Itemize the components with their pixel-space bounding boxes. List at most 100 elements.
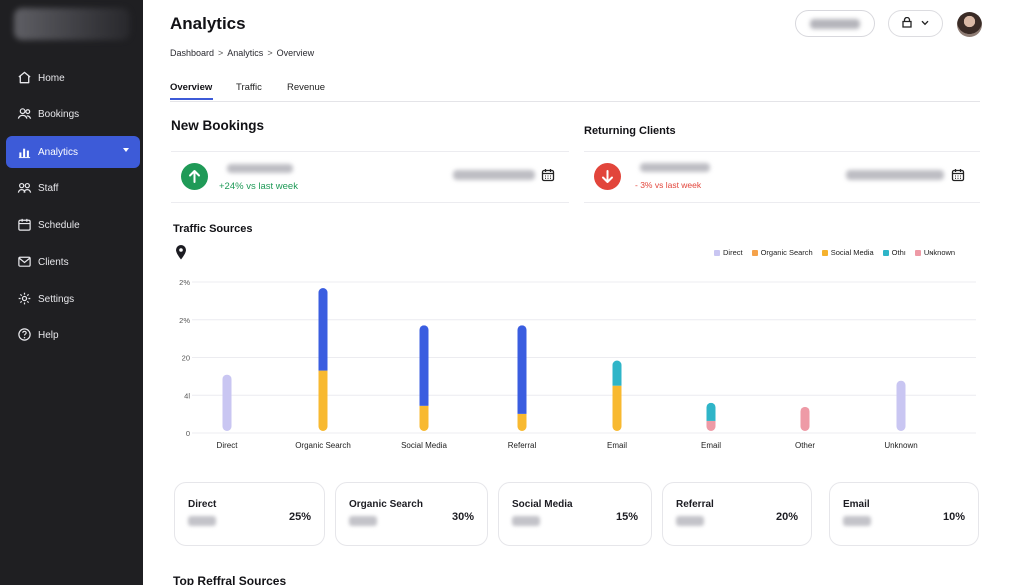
team-icon [17, 182, 32, 193]
top-referral-sources-title: Top Reffral Sources [173, 574, 287, 585]
legend-item[interactable]: Direct [714, 248, 743, 257]
breadcrumb-item-dashboard[interactable]: Dashboard [170, 48, 214, 58]
home-icon [18, 71, 31, 84]
sidebar-item-label: Analytics [38, 147, 79, 158]
sidebar-item-label: Settings [38, 294, 75, 305]
date-range-button[interactable] [795, 10, 875, 37]
avatar[interactable] [957, 12, 982, 37]
arrow-down-icon [594, 163, 621, 190]
bar-segment [222, 374, 232, 431]
source-card-social-media[interactable]: Social Media 15% [498, 482, 652, 546]
source-card-value [512, 516, 540, 526]
legend-item[interactable]: Social Media [821, 248, 874, 257]
sidebar-item-label: Bookings [38, 109, 80, 120]
returning-clients-card: - 3% vs last week [584, 151, 980, 203]
sidebar-item-settings[interactable]: Settings [6, 283, 140, 315]
gear-icon [18, 292, 31, 305]
chevron-right-icon: > [267, 48, 273, 58]
store-icon [902, 17, 912, 28]
legend-label: Organic Search [760, 248, 813, 257]
sidebar-item-clients[interactable]: Clients [6, 246, 140, 278]
sidebar-item-label: Clients [38, 257, 69, 268]
source-card-percent: 20% [775, 511, 798, 523]
tab-overview[interactable]: Overview [170, 82, 212, 93]
bar-segment [706, 420, 716, 432]
x-tick-label: Other [795, 441, 815, 450]
bar-segment [318, 370, 328, 432]
legend-item[interactable]: Othı [882, 248, 906, 257]
legend-swatch [914, 249, 921, 256]
bar-stack [222, 374, 232, 431]
location-pin-icon[interactable] [175, 244, 187, 260]
sidebar-item-bookings[interactable]: Bookings [6, 98, 140, 130]
source-card-value [349, 516, 377, 526]
y-tick-label: 2% [179, 278, 190, 287]
breadcrumb-item-overview: Overview [276, 48, 315, 58]
bar-stack [318, 288, 328, 432]
source-card-organic-search[interactable]: Organic Search 30% [335, 482, 488, 546]
new-bookings-card: +24% vs last week [171, 151, 569, 203]
sidebar-item-label: Help [38, 330, 59, 341]
source-card-name: Email [843, 499, 870, 510]
legend-item[interactable]: Uɴknown [914, 248, 956, 257]
x-tick-label: Direct [217, 441, 239, 450]
new-bookings-title: New Bookings [171, 118, 265, 133]
y-tick-label: 2% [179, 316, 190, 325]
returning-clients-title: Returning Clients [584, 125, 676, 137]
bar-stack [896, 380, 906, 432]
bar-stack [517, 325, 527, 431]
calendar-icon [18, 218, 31, 231]
new-bookings-value [227, 164, 293, 173]
bar-segment [800, 406, 810, 431]
bar-segment [517, 413, 527, 431]
page-title: Analytics [170, 14, 246, 33]
chevron-down-icon [921, 20, 929, 26]
store-selector-button[interactable] [888, 10, 943, 37]
bar-stack [800, 406, 810, 431]
sidebar-item-label: Home [38, 73, 65, 84]
source-card-name: Direct [188, 499, 217, 510]
tab-traffic[interactable]: Traffic [236, 82, 262, 93]
chart-legend: Direct Organic Search Social Media Othı Uɴkn… [714, 248, 955, 257]
sidebar-item-analytics[interactable]: Analytics [6, 136, 140, 168]
legend-swatch [821, 249, 828, 256]
sidebar-item-staff[interactable]: Staff [6, 172, 140, 204]
y-tick-label: 0 [186, 429, 190, 438]
sidebar: Home Bookings Analytics Staff Schedule C… [0, 0, 143, 585]
legend-label: Uɴknown [923, 248, 956, 257]
bar-stack [612, 360, 622, 431]
sidebar-item-help[interactable]: Help [6, 319, 140, 351]
new-bookings-date-range [453, 170, 535, 180]
legend-swatch [751, 249, 758, 256]
active-tab-indicator [170, 98, 213, 100]
source-card-name: Referral [676, 499, 714, 510]
sidebar-item-label: Schedule [38, 220, 80, 231]
legend-swatch [882, 249, 889, 256]
source-card-percent: 15% [615, 511, 638, 523]
source-card-name: Social Media [512, 499, 573, 510]
arrow-up-icon [181, 163, 208, 190]
source-card-percent: 10% [942, 511, 965, 523]
x-tick-label: Social Media [401, 441, 447, 450]
x-tick-label: Unknown [884, 441, 917, 450]
sidebar-item-label: Staff [38, 183, 59, 194]
traffic-sources-chart: 0 4l 20 2% 2% Direct Organic Search Social Medi… [179, 278, 976, 450]
calendar-icon[interactable] [951, 168, 965, 182]
source-card-email[interactable]: Email 10% [829, 482, 979, 546]
bar-segment [419, 405, 429, 431]
legend-item[interactable]: Organic Search [751, 248, 813, 257]
tab-bar: Overview Traffic Revenue [170, 80, 980, 102]
help-icon [18, 328, 31, 341]
sidebar-item-home[interactable]: Home [6, 62, 140, 94]
bar-segment [517, 325, 527, 414]
bar-segment [706, 402, 716, 421]
breadcrumb: Dashboard > Analytics > Overview [170, 48, 314, 58]
legend-label: Othı [891, 248, 906, 257]
tab-revenue[interactable]: Revenue [287, 82, 325, 93]
source-card-referral[interactable]: Referral 20% [662, 482, 812, 546]
source-card-direct[interactable]: Direct 25% [174, 482, 325, 546]
breadcrumb-item-analytics[interactable]: Analytics [227, 48, 263, 58]
calendar-icon[interactable] [541, 168, 555, 182]
returning-clients-change: - 3% vs last week [635, 180, 702, 190]
sidebar-item-schedule[interactable]: Schedule [6, 209, 140, 241]
